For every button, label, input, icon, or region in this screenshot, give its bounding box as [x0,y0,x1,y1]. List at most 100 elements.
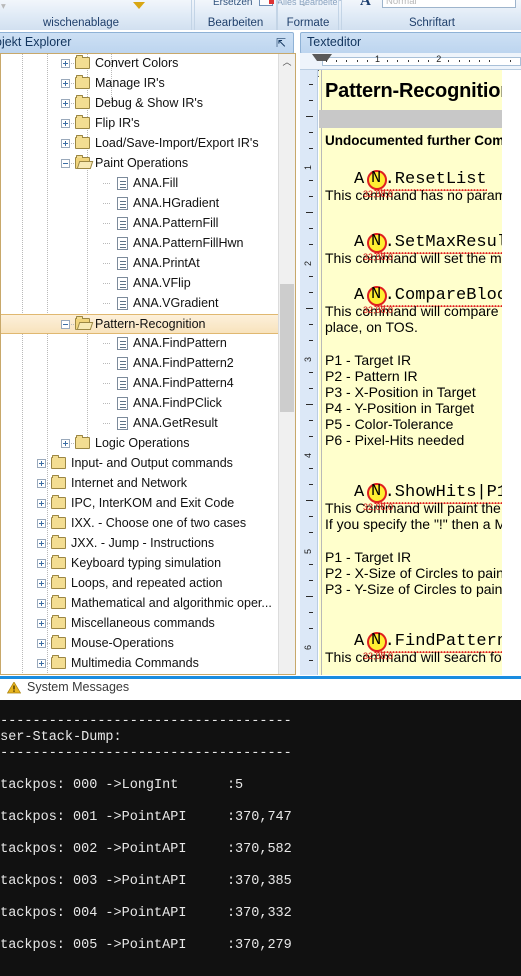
tree-item-keyboard-typing-simulation[interactable]: Keyboard typing simulation [1,554,279,574]
tree-item-jxx-jump-instructions[interactable]: JXX. - Jump - Instructions [1,534,279,554]
tree-item-ana-fill[interactable]: ANA.Fill [1,174,279,194]
tree-item-ana-printat[interactable]: ANA.PrintAt [1,254,279,274]
tree-item-mathematical-and-algorithmic-oper[interactable]: Mathematical and algorithmic oper... [1,594,279,614]
pin-icon[interactable]: ⇱ [276,37,286,49]
expand-icon[interactable] [37,659,46,668]
collapse-icon[interactable] [61,159,70,168]
folder-icon [51,635,66,649]
expand-icon[interactable] [37,459,46,468]
ruler-tick [309,532,313,533]
ruler-tick [306,404,313,405]
tree-item-label: Keyboard typing simulation [71,556,222,570]
tree-item-convert-colors[interactable]: Convert Colors [1,54,279,74]
indent-marker-bottom-icon[interactable] [312,62,332,69]
expand-icon[interactable] [37,479,46,488]
document-body[interactable]: Pattern-Recognition Undocumented further… [319,70,502,675]
replace-badge-icon [269,0,274,4]
system-messages-titlebar[interactable]: System Messages [0,676,521,700]
ruler-tick [448,60,450,62]
scroll-up-arrow-icon[interactable]: ︿ [279,54,295,71]
warning-icon [7,682,21,694]
expand-icon[interactable] [37,619,46,628]
tree-item-label: Input- and Output commands [71,456,233,470]
folder-icon [75,75,90,89]
expand-icon[interactable] [61,139,70,148]
texteditor-titlebar[interactable]: Texteditor [300,32,521,54]
ribbon-group-font[interactable]: A Normal Schriftart [341,0,521,30]
ribbon-toolbar: ▾ wischenablage Ersetzen Alles Bearbeite… [0,0,521,30]
horizontal-ruler[interactable]: 12 [300,53,521,70]
tree-item-multimedia-commands[interactable]: Multimedia Commands [1,654,279,674]
tree-item-ana-vgradient[interactable]: ANA.VGradient [1,294,279,314]
tree-item-flip-ir-s[interactable]: Flip IR's [1,114,279,134]
tree-item-miscellaneous-commands[interactable]: Miscellaneous commands [1,614,279,634]
ruler-tick [309,628,313,629]
expand-icon[interactable] [37,599,46,608]
tree-item-mouse-operations[interactable]: Mouse-Operations [1,634,279,654]
tree-item-debug-show-ir-s[interactable]: Debug & Show IR's [1,94,279,114]
tree-item-ana-patternfill[interactable]: ANA.PatternFill [1,214,279,234]
ribbon-group-formats[interactable]: ⌄ Formate [277,0,339,30]
tree-item-logic-operations[interactable]: Logic Operations [1,434,279,454]
annotation-letter: N [371,482,382,501]
folder-open-icon [75,316,90,330]
param-line: P2 - Pattern IR [325,368,418,384]
tree-item-paint-operations[interactable]: Paint Operations [1,154,279,174]
ruler-tick [309,100,313,101]
tree-item-pattern-recognition[interactable]: Pattern-Recognition [1,314,279,334]
replace-command-label[interactable]: Ersetzen [213,0,252,8]
ribbon-group-clipboard[interactable]: ▾ wischenablage [0,0,192,30]
expand-icon[interactable] [37,519,46,528]
tree-item-load-save-import-export-ir-s[interactable]: Load/Save-Import/Export IR's [1,134,279,154]
expand-icon[interactable] [37,539,46,548]
expand-icon[interactable] [37,579,46,588]
tree-item-label: Miscellaneous commands [71,616,215,630]
ruler-tick [356,60,358,62]
document-page[interactable]: Pattern-Recognition Undocumented further… [319,70,502,675]
tree-item-ana-findpclick[interactable]: ANA.FindPClick [1,394,279,414]
annotation-letter: N [371,232,382,251]
expand-icon[interactable] [61,119,70,128]
ruler-tick [309,324,313,325]
project-tree[interactable]: Convert Colors Manage IR's Debug & Show IR… [1,54,279,674]
tree-connector [103,183,111,184]
tree-connector [103,263,111,264]
annotation-number: 32,08,0 [363,305,394,315]
project-explorer-titlebar[interactable]: ojekt Explorer ⇱ [0,32,294,54]
tree-item-ana-findpattern2[interactable]: ANA.FindPattern2 [1,354,279,374]
tree-item-input-and-output-commands[interactable]: Input- and Output commands [1,454,279,474]
tree-item-loops-and-repeated-action[interactable]: Loops, and repeated action [1,574,279,594]
tree-item-manage-ir-s[interactable]: Manage IR's [1,74,279,94]
tree-item-ana-findpattern[interactable]: ANA.FindPattern [1,334,279,354]
expand-icon[interactable] [37,639,46,648]
scrollbar-thumb[interactable] [280,284,294,412]
folder-icon [75,135,90,149]
tree-item-ixx-choose-one-of-two-cases[interactable]: IXX. - Choose one of two cases [1,514,279,534]
dropdown-diamond-icon[interactable] [133,2,145,9]
ribbon-group-edit[interactable]: Ersetzen Alles Bearbeiten Bearbeiten [194,0,343,30]
expand-icon[interactable] [61,99,70,108]
ruler-number: 6 [303,644,313,650]
tree-item-ana-getresult[interactable]: ANA.GetResult [1,414,279,434]
tree-item-label: Loops, and repeated action [71,576,223,590]
param-line: P3 - X-Position in Target [325,384,476,400]
tree-item-ana-vflip[interactable]: ANA.VFlip [1,274,279,294]
expand-icon[interactable] [37,559,46,568]
expand-icon[interactable] [61,79,70,88]
expand-icon[interactable] [61,439,70,448]
collapse-icon[interactable] [61,320,70,329]
tree-item-ana-hgradient[interactable]: ANA.HGradient [1,194,279,214]
expand-icon[interactable] [37,499,46,508]
expand-icon[interactable] [61,59,70,68]
tree-item-ipc-interkom-and-exit-code[interactable]: IPC, InterKOM and Exit Code [1,494,279,514]
tree-connector [103,283,111,284]
system-messages-console[interactable]: ------------------------------------- Use… [0,700,521,976]
font-name-combobox[interactable]: Normal [382,0,516,8]
tree-item-internet-and-network[interactable]: Internet and Network [1,474,279,494]
tree-vertical-scrollbar[interactable]: ︿ [278,54,295,674]
folder-icon [51,655,66,669]
ruler-tick [326,60,327,62]
tree-item-ana-patternfillhwn[interactable]: ANA.PatternFillHwn [1,234,279,254]
ruler-tick [309,564,313,565]
tree-item-ana-findpattern4[interactable]: ANA.FindPattern4 [1,374,279,394]
